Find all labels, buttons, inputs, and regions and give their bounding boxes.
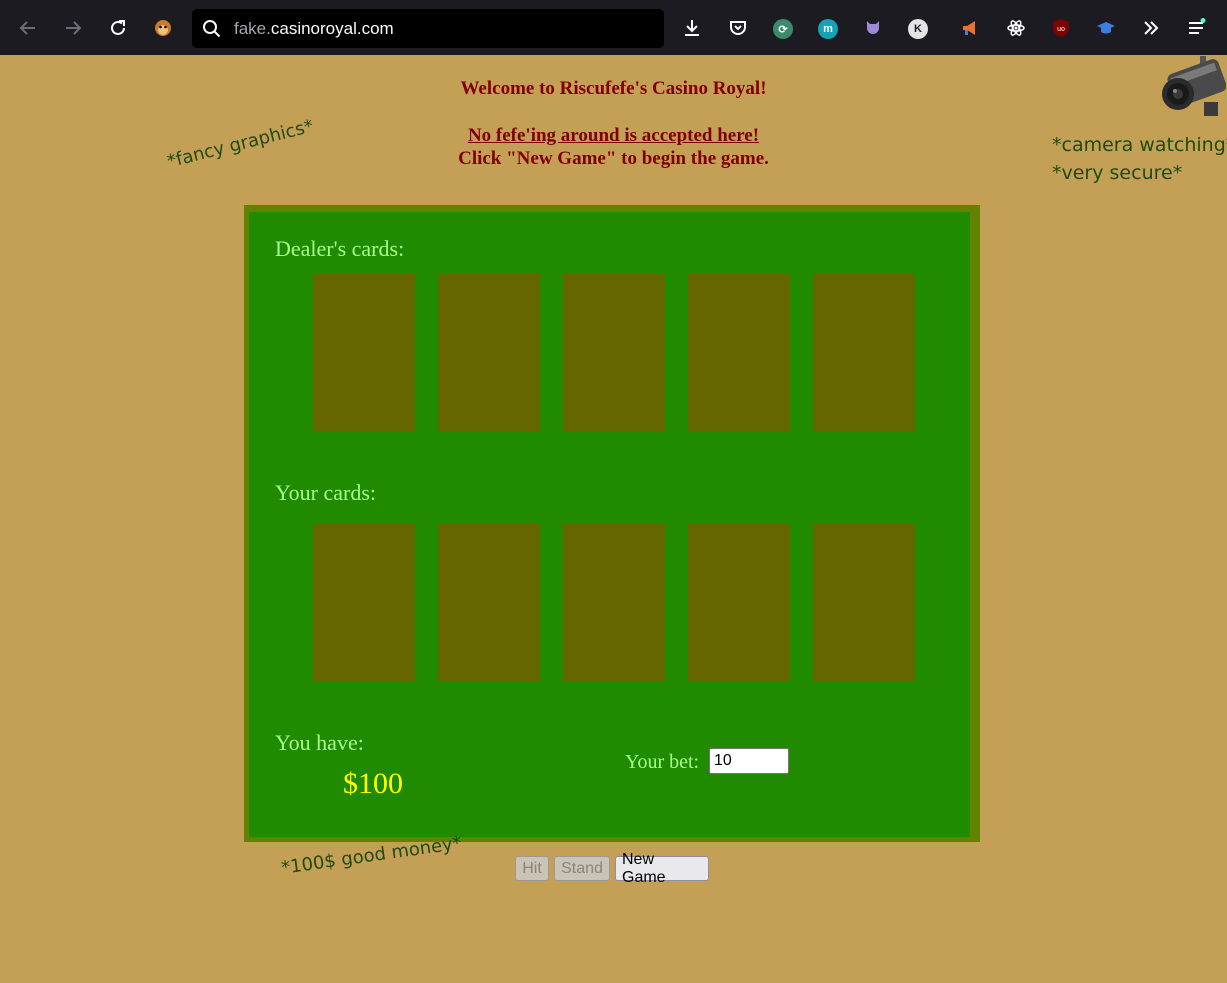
very-secure-note: *very secure* [1052, 162, 1183, 184]
dealer-card-slot [313, 274, 415, 431]
github-extension-button[interactable] [857, 12, 889, 44]
welcome-heading: Welcome to Riscufefe's Casino Royal! [460, 78, 767, 99]
downloads-button[interactable] [676, 12, 708, 44]
ublock-button[interactable]: uo [1045, 12, 1077, 44]
dealer-card-slot [438, 274, 540, 431]
camera-watching-note: *camera watching* [1052, 134, 1227, 156]
graduation-extension-button[interactable] [1090, 12, 1122, 44]
pocket-icon [730, 21, 746, 35]
dealer-card-slot [563, 274, 665, 431]
download-icon [685, 20, 699, 36]
m-extension-icon[interactable]: m [818, 19, 838, 39]
player-card-slot [813, 524, 915, 681]
bet-label: Your bet: [625, 751, 700, 773]
player-cards-label: Your cards: [275, 480, 377, 505]
monkey-extension-button[interactable] [147, 12, 179, 44]
chevron-double-right-icon [1144, 21, 1159, 35]
player-card-slot [688, 524, 790, 681]
url-subdomain: fake. [234, 19, 271, 38]
player-card-slot [438, 524, 540, 681]
dealer-card-slot [688, 274, 790, 431]
octocat-icon [867, 21, 879, 34]
browser-toolbar: fake.casinoroyal.com ⟳ m K uo [0, 0, 1227, 55]
monkey-icon [155, 20, 171, 36]
dealer-card-slot [813, 274, 915, 431]
security-camera-image [1162, 56, 1226, 116]
overflow-menu-button[interactable] [1135, 12, 1167, 44]
you-have-label: You have: [275, 730, 364, 755]
arrow-left-icon [19, 21, 35, 35]
hit-button[interactable]: Hit [515, 856, 549, 881]
reload-button[interactable] [102, 12, 134, 44]
back-button[interactable] [12, 12, 44, 44]
warning-text: No fefe'ing around is accepted here! [467, 125, 760, 146]
url-domain: casinoroyal.com [270, 19, 394, 38]
app-menu-button[interactable] [1180, 12, 1212, 44]
address-bar[interactable]: fake.casinoroyal.com [192, 9, 664, 48]
pocket-button[interactable] [722, 12, 754, 44]
table-felt: Dealer's cards: Your cards: You have: $1… [249, 212, 970, 837]
reload-icon [111, 20, 125, 35]
graduation-cap-icon [1097, 22, 1115, 34]
new-game-button[interactable]: New Game [615, 851, 709, 886]
sync-extension-icon[interactable]: ⟳ [773, 19, 793, 39]
stand-button[interactable]: Stand [554, 856, 610, 881]
player-card-slot [563, 524, 665, 681]
card-table: Dealer's cards: Your cards: You have: $1… [244, 205, 980, 842]
react-devtools-button[interactable] [1000, 12, 1032, 44]
money-amount: $100 [343, 767, 403, 800]
svg-text:uo: uo [1057, 26, 1065, 33]
atom-icon [1007, 20, 1025, 36]
megaphone-icon [963, 21, 975, 35]
k-extension-icon[interactable]: K [908, 19, 928, 39]
megaphone-extension-button[interactable] [954, 12, 986, 44]
arrow-right-icon [66, 21, 82, 35]
bet-input[interactable] [709, 748, 789, 774]
player-card-slot [313, 524, 415, 681]
dealer-cards-label: Dealer's cards: [275, 236, 405, 261]
shield-icon: uo [1053, 19, 1069, 37]
hamburger-menu-icon [1189, 18, 1206, 34]
url-text: fake.casinoroyal.com [234, 19, 394, 39]
forward-button[interactable] [57, 12, 89, 44]
search-icon [203, 20, 221, 38]
